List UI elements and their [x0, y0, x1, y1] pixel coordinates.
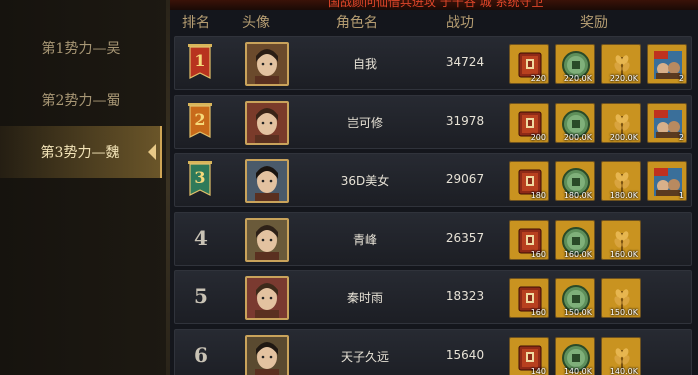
reward-quantity: 1	[678, 191, 684, 200]
reward-item[interactable]: 160	[509, 219, 549, 260]
reward-quantity: 180	[530, 191, 546, 200]
reward-quantity: 150.0K	[609, 308, 638, 317]
reward-item[interactable]: 150.0K	[601, 278, 641, 318]
reward-item[interactable]: 1	[647, 161, 687, 201]
reward-quantity: 220.0K	[609, 74, 638, 83]
table-row: 3 36D美女 29067 180 180.0K 180.0K 1	[174, 153, 692, 207]
battle-merit: 18323	[445, 289, 485, 303]
avatar[interactable]	[245, 334, 289, 375]
header-avatar: 头像	[242, 15, 270, 31]
reward-quantity: 160	[530, 249, 546, 259]
reward-item[interactable]: 180	[509, 161, 549, 201]
reward-item[interactable]: 140	[509, 336, 549, 375]
reward-quantity: 200	[530, 132, 546, 142]
reward-item[interactable]: 200.0K	[555, 102, 595, 143]
avatar[interactable]	[245, 100, 289, 145]
avatar[interactable]	[245, 159, 289, 203]
reward-item[interactable]: 2	[647, 102, 687, 143]
reward-item[interactable]: 220.0K	[601, 44, 641, 84]
faction-sidebar: 第1势力—吴 第2势力—蜀 第3势力—魏	[0, 0, 168, 375]
battle-merit: 34724	[445, 55, 485, 69]
player-name: 青峰	[352, 232, 377, 247]
avatar[interactable]	[245, 42, 289, 86]
reward-item[interactable]: 160.0K	[555, 219, 595, 260]
reward-item[interactable]: 140.0K	[601, 336, 641, 375]
reward-quantity: 200.0K	[563, 132, 592, 142]
active-arrow-icon	[148, 144, 156, 160]
reward-item[interactable]: 160	[509, 278, 549, 318]
table-row: 1 自我 34724 220 220.0K 220.0K 2	[174, 36, 692, 90]
header-rank: 排名	[182, 15, 210, 31]
reward-item[interactable]: 180.0K	[555, 161, 595, 201]
sidebar-tab-label: 第1势力—吴	[41, 41, 121, 57]
avatar[interactable]	[245, 276, 289, 320]
rank-number: 2	[194, 109, 206, 129]
reward-item[interactable]: 220	[509, 44, 549, 84]
sidebar-tab-label: 第2势力—蜀	[41, 93, 121, 109]
reward-quantity: 160	[530, 308, 546, 317]
reward-item[interactable]: 200.0K	[601, 102, 641, 143]
header-power: 战功	[446, 15, 474, 31]
rank-number: 4	[194, 225, 208, 250]
player-name: 自我	[352, 57, 377, 71]
reward-item[interactable]: 180.0K	[601, 161, 641, 201]
sidebar-tab-wei[interactable]: 第3势力—魏	[0, 126, 162, 178]
reward-quantity: 180.0K	[609, 191, 638, 200]
reward-quantity: 200.0K	[609, 132, 638, 142]
reward-quantity: 140.0K	[609, 366, 638, 375]
table-row: 2 岂可修 31978 200 200.0K 200.0K 2	[174, 94, 692, 149]
reward-quantity: 140	[530, 366, 546, 375]
avatar[interactable]	[245, 217, 289, 262]
rank-number: 1	[194, 51, 206, 70]
reward-item[interactable]: 160.0K	[601, 219, 641, 260]
reward-quantity: 160.0K	[609, 249, 638, 259]
reward-item[interactable]: 140.0K	[555, 336, 595, 375]
reward-item[interactable]: 200	[509, 102, 549, 143]
battle-merit: 15640	[445, 347, 485, 362]
table-row: 4 青峰 26357 160 160.0K 160.0K	[174, 211, 692, 266]
player-name: 天子久远	[340, 349, 389, 364]
reward-quantity: 220	[530, 74, 546, 83]
player-name: 岂可修	[346, 115, 383, 130]
reward-item[interactable]: 220.0K	[555, 44, 595, 84]
sidebar-tab-shu[interactable]: 第2势力—蜀	[0, 74, 162, 126]
reward-quantity: 150.0K	[563, 308, 592, 317]
reward-quantity: 180.0K	[563, 191, 592, 200]
rank-number: 5	[194, 284, 208, 308]
reward-quantity: 220.0K	[563, 74, 592, 83]
reward-item[interactable]: 2	[647, 44, 687, 84]
reward-item[interactable]: 150.0K	[555, 278, 595, 318]
battle-merit: 26357	[445, 230, 485, 245]
reward-quantity: 160.0K	[563, 249, 592, 259]
sidebar-tab-wu[interactable]: 第1势力—吴	[0, 22, 162, 74]
table-header: 排名 头像 角色名 战功 奖励	[170, 10, 698, 36]
sidebar-tab-label: 第3势力—魏	[40, 145, 120, 161]
reward-quantity: 2	[678, 74, 684, 83]
rank-number: 3	[194, 168, 206, 187]
battle-merit: 29067	[445, 172, 485, 186]
header-name: 角色名	[336, 15, 378, 31]
player-name: 36D美女	[340, 174, 390, 188]
header-reward: 奖励	[580, 15, 608, 31]
rank-number: 6	[194, 342, 208, 367]
reward-quantity: 2	[678, 132, 684, 142]
player-name: 秦时雨	[346, 291, 383, 305]
table-row: 6 天子久远 15640 140 140.0K 140.0K	[174, 328, 692, 375]
battle-merit: 31978	[445, 113, 485, 128]
table-row: 5 秦时雨 18323 160 150.0K 150.0K	[174, 270, 692, 324]
reward-quantity: 140.0K	[563, 366, 592, 375]
event-banner: 国战颜问仙借兵进攻 于千谷 城 系统守卫	[170, 0, 698, 10]
event-banner-text: 国战颜问仙借兵进攻 于千谷 城 系统守卫	[328, 0, 544, 9]
ranking-table: 排名 头像 角色名 战功 奖励 1 自我 34724 220 220.0K 220.0K 2…	[170, 10, 698, 375]
